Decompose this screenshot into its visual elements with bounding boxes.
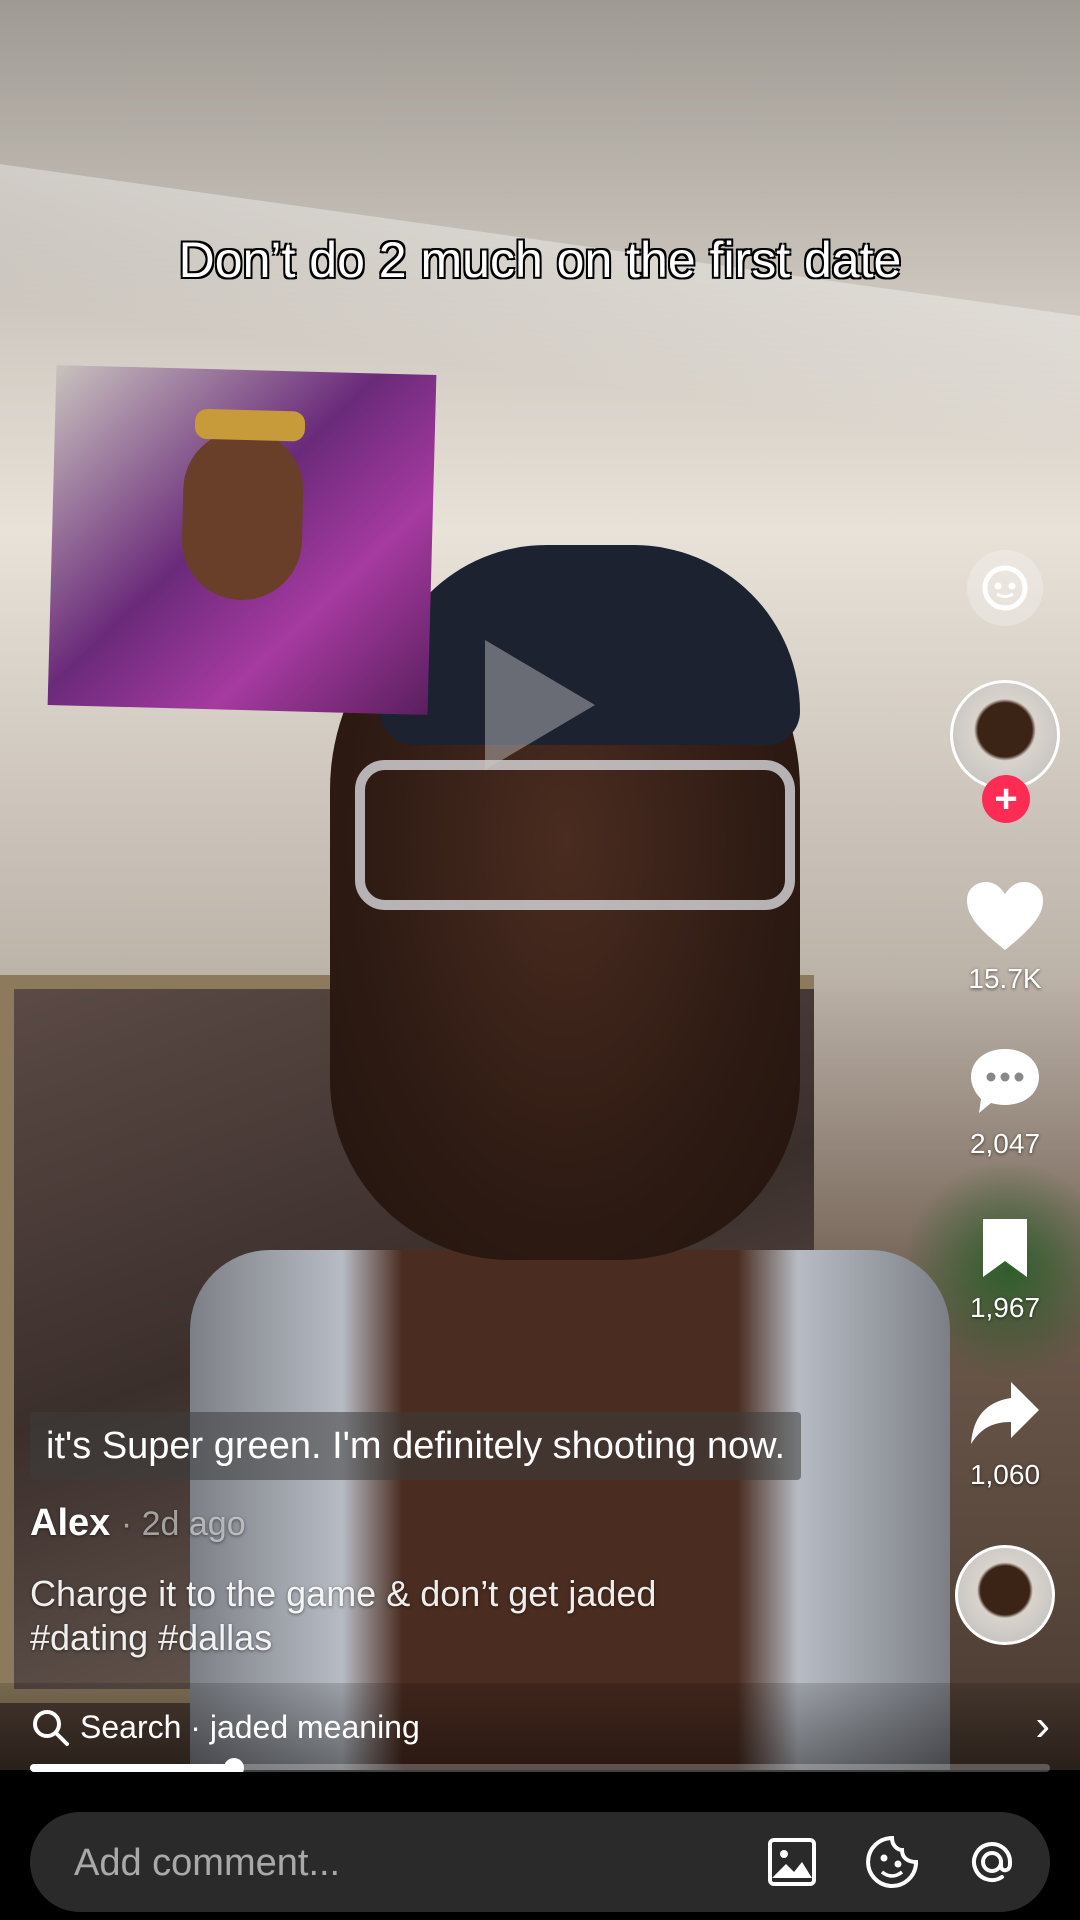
share-button[interactable]: 1,060 bbox=[930, 1378, 1080, 1491]
mention-icon[interactable] bbox=[962, 1832, 1022, 1892]
effect-button[interactable] bbox=[930, 550, 1080, 626]
comment-count: 2,047 bbox=[969, 1128, 1041, 1159]
play-icon[interactable] bbox=[485, 640, 595, 770]
search-label: Search bbox=[80, 1709, 182, 1745]
comment-bubble-icon bbox=[971, 1049, 1039, 1113]
comment-button[interactable]: 2,047 bbox=[930, 1045, 1080, 1160]
video-text-overlay: Don’t do 2 much on the first date bbox=[178, 232, 902, 288]
auto-caption: it's Super green. I'm definitely shootin… bbox=[30, 1412, 802, 1480]
share-count: 1,060 bbox=[969, 1459, 1041, 1490]
save-count: 1,967 bbox=[969, 1292, 1041, 1323]
bookmark-icon bbox=[983, 1219, 1027, 1277]
save-button[interactable]: 1,967 bbox=[930, 1215, 1080, 1324]
search-query: · jaded meaning bbox=[190, 1709, 420, 1745]
sound-disc-icon bbox=[955, 1545, 1055, 1645]
video-progress-bar[interactable] bbox=[30, 1758, 1050, 1778]
creator-avatar-button[interactable]: + bbox=[930, 680, 1080, 823]
search-suggestion-bar[interactable]: Search · jaded meaning › bbox=[0, 1683, 1080, 1773]
author-row: Alex · 2d ago bbox=[30, 1502, 246, 1545]
search-icon bbox=[33, 1710, 69, 1746]
image-icon[interactable] bbox=[762, 1832, 822, 1892]
like-button[interactable]: 15.7K bbox=[930, 880, 1080, 995]
chevron-right-icon: › bbox=[1035, 1701, 1050, 1750]
author-name[interactable]: Alex bbox=[30, 1502, 110, 1544]
comment-placeholder: Add comment... bbox=[74, 1842, 341, 1884]
green-screen-inset-image bbox=[47, 365, 437, 715]
progress-fill bbox=[30, 1764, 234, 1772]
effect-icon bbox=[967, 550, 1043, 626]
action-rail: + 15.7K 2,047 1,967 1,060 bbox=[930, 0, 1080, 1770]
post-date: · 2d ago bbox=[120, 1505, 246, 1543]
emoji-sticker-icon[interactable] bbox=[862, 1832, 922, 1892]
search-suggestion-text: Search · jaded meaning bbox=[80, 1709, 420, 1746]
inset-headband bbox=[194, 408, 306, 442]
sound-disc-button[interactable] bbox=[930, 1545, 1080, 1645]
heart-icon bbox=[967, 882, 1043, 950]
share-arrow-icon bbox=[971, 1382, 1039, 1444]
video-subject-glasses bbox=[355, 760, 795, 910]
comment-input[interactable]: Add comment... bbox=[30, 1812, 1050, 1912]
like-count: 15.7K bbox=[968, 963, 1042, 994]
avatar bbox=[950, 680, 1060, 790]
follow-plus-icon[interactable]: + bbox=[982, 775, 1030, 823]
video-description[interactable]: Charge it to the game & don’t get jaded … bbox=[30, 1572, 760, 1660]
inset-face bbox=[180, 428, 305, 602]
